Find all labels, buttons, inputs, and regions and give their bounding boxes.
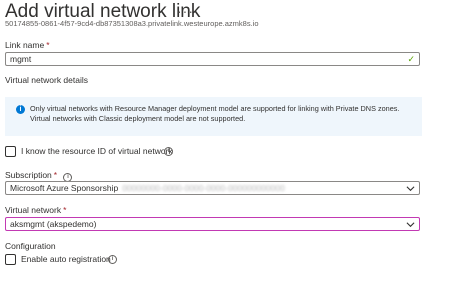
chevron-down-icon xyxy=(406,222,415,228)
info-tooltip-icon[interactable]: i xyxy=(108,255,117,264)
required-marker: * xyxy=(46,40,50,50)
link-name-value: mgmt xyxy=(10,54,32,64)
subscription-label-text: Subscription xyxy=(5,170,52,180)
virtual-network-label-text: Virtual network xyxy=(5,205,62,215)
info-banner: i Only virtual networks with Resource Ma… xyxy=(5,97,422,136)
link-name-label-text: Link name xyxy=(5,40,45,50)
required-marker: * xyxy=(63,205,67,215)
chevron-down-icon xyxy=(406,186,415,192)
info-line-2: Virtual networks with Classic deployment… xyxy=(30,114,246,123)
auto-registration-label: Enable auto registration xyxy=(21,254,111,264)
know-resource-id-checkbox[interactable] xyxy=(5,146,16,157)
checkmark-icon: ✓ xyxy=(407,54,415,64)
info-line-1: Only virtual networks with Resource Mana… xyxy=(30,104,400,113)
info-icon: i xyxy=(16,105,25,114)
info-text: Only virtual networks with Resource Mana… xyxy=(30,104,399,124)
configuration-heading: Configuration xyxy=(5,241,56,251)
auto-registration-checkbox[interactable] xyxy=(5,254,16,265)
info-tooltip-icon[interactable]: i xyxy=(164,147,173,156)
virtual-network-dropdown[interactable]: aksmgmt (akspedemo) xyxy=(5,217,420,231)
required-marker: * xyxy=(53,170,58,180)
ellipsis-icon[interactable]: ··· xyxy=(177,3,194,19)
subscription-id-redacted: 00000000-0000-0000-0000-000000000000 xyxy=(122,183,285,193)
link-name-label: Link name * xyxy=(5,40,50,50)
know-resource-id-label: I know the resource ID of virtual networ… xyxy=(21,146,173,156)
zone-name-subtitle: 50174855-0861-4f57-9cd4-db87351308a3.pri… xyxy=(5,19,259,28)
virtual-network-value: aksmgmt (akspedemo) xyxy=(10,219,97,229)
link-name-input[interactable]: mgmt ✓ xyxy=(5,52,420,66)
virtual-network-details-heading: Virtual network details xyxy=(5,75,88,85)
subscription-dropdown[interactable]: Microsoft Azure Sponsorship 00000000-0000… xyxy=(5,181,420,195)
virtual-network-label: Virtual network * xyxy=(5,205,66,215)
subscription-value: Microsoft Azure Sponsorship xyxy=(10,183,119,193)
